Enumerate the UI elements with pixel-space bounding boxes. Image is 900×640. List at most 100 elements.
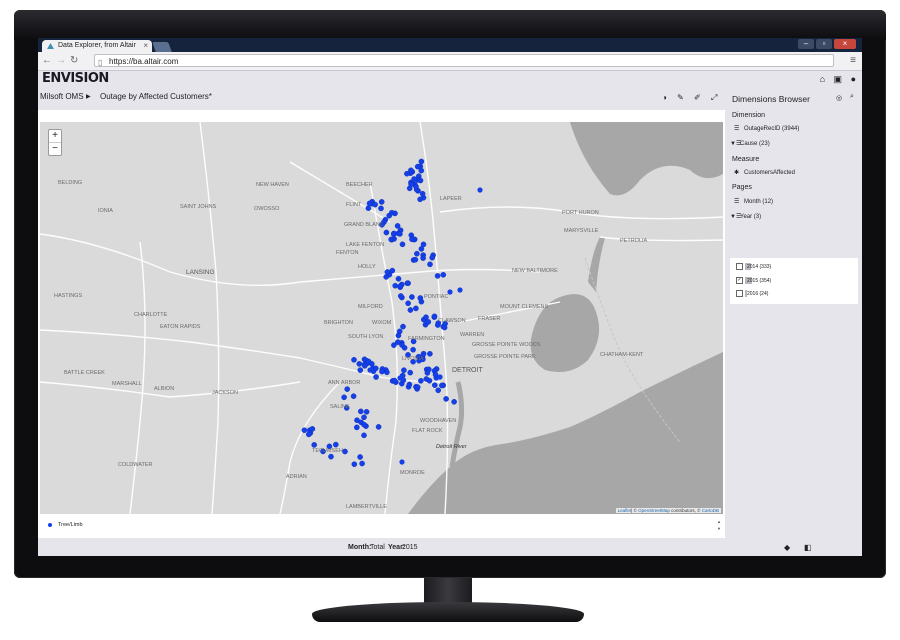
outage-point[interactable] <box>357 408 364 415</box>
outage-point[interactable] <box>434 273 441 279</box>
outage-point[interactable] <box>379 368 385 375</box>
outage-point[interactable] <box>427 261 433 268</box>
outage-point[interactable] <box>351 356 357 363</box>
contrast-icon[interactable]: ◑ <box>662 93 667 102</box>
outage-point[interactable] <box>418 377 424 384</box>
outage-point[interactable] <box>351 461 358 468</box>
outage-point[interactable] <box>384 269 391 275</box>
outage-point[interactable] <box>418 167 425 174</box>
outage-point[interactable] <box>368 360 375 367</box>
outage-point[interactable] <box>361 432 367 439</box>
outage-point[interactable] <box>391 377 398 384</box>
measure-item-customersaffected[interactable]: ✱ CustomersAffected <box>734 169 795 176</box>
outage-point[interactable] <box>440 271 447 278</box>
outage-point[interactable] <box>429 254 436 261</box>
outage-point[interactable] <box>357 454 363 460</box>
outage-point[interactable] <box>407 307 414 313</box>
osm-link[interactable]: OpenStreetMap <box>638 508 670 513</box>
outage-point[interactable] <box>409 236 415 243</box>
outage-point[interactable] <box>477 187 483 193</box>
map-canvas[interactable]: BELDING SAINT JOHNS OWOSSO NEW HAVEN BEECHER… <box>40 122 723 514</box>
pin-icon[interactable]: ✐ <box>694 93 701 102</box>
outage-point[interactable] <box>384 369 390 376</box>
outage-point[interactable] <box>405 300 411 307</box>
outage-point[interactable] <box>399 241 406 248</box>
outage-point[interactable] <box>397 283 404 289</box>
outage-point[interactable] <box>417 295 424 301</box>
year-checkbox[interactable]: ✓ <box>736 277 743 284</box>
outage-point[interactable] <box>361 362 368 369</box>
zoom-in-button[interactable]: + <box>49 130 61 143</box>
outage-point[interactable] <box>341 394 347 401</box>
outage-point[interactable] <box>413 183 419 190</box>
outage-point[interactable] <box>457 287 463 293</box>
home-icon[interactable]: ⌂ <box>820 74 825 84</box>
layers-icon[interactable]: ◆ <box>784 542 790 554</box>
outage-point[interactable] <box>383 229 390 236</box>
outage-point[interactable] <box>431 382 438 388</box>
outage-point[interactable] <box>397 375 403 381</box>
search-icon[interactable]: ⌕ <box>850 93 854 101</box>
outage-point[interactable] <box>417 177 424 184</box>
outage-point[interactable] <box>437 374 443 380</box>
outage-point[interactable] <box>425 319 432 325</box>
outage-point[interactable] <box>353 424 360 431</box>
outage-point[interactable] <box>356 361 363 367</box>
year-option-2015[interactable]: ✓ 2015 (354) <box>736 277 771 284</box>
save-icon[interactable]: ▣ <box>834 74 843 84</box>
outage-point[interactable] <box>401 367 407 373</box>
minimize-icon[interactable]: ‒ <box>798 39 814 49</box>
outage-point[interactable] <box>332 441 339 448</box>
outage-point[interactable] <box>372 201 378 208</box>
user-icon[interactable]: ● <box>851 74 856 84</box>
outage-point[interactable] <box>418 158 425 165</box>
outage-point[interactable] <box>375 424 382 430</box>
outage-point[interactable] <box>373 374 379 380</box>
outage-point[interactable] <box>424 370 431 376</box>
outage-point[interactable] <box>420 255 426 261</box>
outage-point[interactable] <box>397 293 404 299</box>
outage-point[interactable] <box>411 176 417 182</box>
outage-point[interactable] <box>441 324 448 331</box>
dimension-item-outagerecid[interactable]: ☰ OutageRecID (3944) <box>734 125 799 132</box>
reload-icon[interactable]: ↻ <box>70 55 78 67</box>
outage-point[interactable] <box>342 448 348 455</box>
outage-point[interactable] <box>414 250 420 257</box>
outage-point[interactable] <box>391 342 397 348</box>
outage-point[interactable] <box>414 384 421 390</box>
outage-point[interactable] <box>378 205 384 212</box>
pages-item-month[interactable]: ☰ Month (12) <box>734 198 773 205</box>
outage-point[interactable] <box>388 236 395 243</box>
year-checkbox[interactable] <box>736 263 743 270</box>
outage-point[interactable] <box>383 274 390 280</box>
outage-point[interactable] <box>309 426 316 432</box>
outage-point[interactable] <box>361 414 367 421</box>
outage-point[interactable] <box>395 275 402 282</box>
outage-point[interactable] <box>394 223 401 229</box>
outage-point[interactable] <box>426 377 433 384</box>
outage-point[interactable] <box>435 387 442 394</box>
outage-point[interactable] <box>401 344 408 351</box>
outage-point[interactable] <box>417 196 423 203</box>
outage-point[interactable] <box>427 350 433 357</box>
address-input[interactable]: ▯ https://ba.altair.com <box>94 54 834 67</box>
outage-point[interactable] <box>354 417 360 424</box>
outage-point[interactable] <box>350 393 357 400</box>
outage-point[interactable] <box>418 246 425 252</box>
outage-point[interactable] <box>392 282 399 289</box>
browser-tab[interactable]: Data Explorer, from Altair × <box>42 40 152 52</box>
outage-point[interactable] <box>357 367 364 373</box>
zoom-out-button[interactable]: − <box>49 143 61 155</box>
outage-point[interactable] <box>413 305 419 312</box>
outage-point[interactable] <box>311 442 318 448</box>
year-option-2014[interactable]: 2014 (333) <box>736 263 771 270</box>
outage-point[interactable] <box>301 427 308 434</box>
breadcrumb-item-project[interactable]: Milsoft OMS <box>40 89 84 105</box>
outage-point[interactable] <box>389 267 396 274</box>
outage-point[interactable] <box>390 231 397 237</box>
outage-point[interactable] <box>431 313 438 320</box>
breadcrumb-item-view[interactable]: Outage by Affected Customers* <box>100 89 212 105</box>
legend-scrollbar[interactable]: ▲ ▼ <box>716 518 722 532</box>
forward-icon[interactable]: → <box>56 55 66 67</box>
outage-point[interactable] <box>388 209 395 216</box>
